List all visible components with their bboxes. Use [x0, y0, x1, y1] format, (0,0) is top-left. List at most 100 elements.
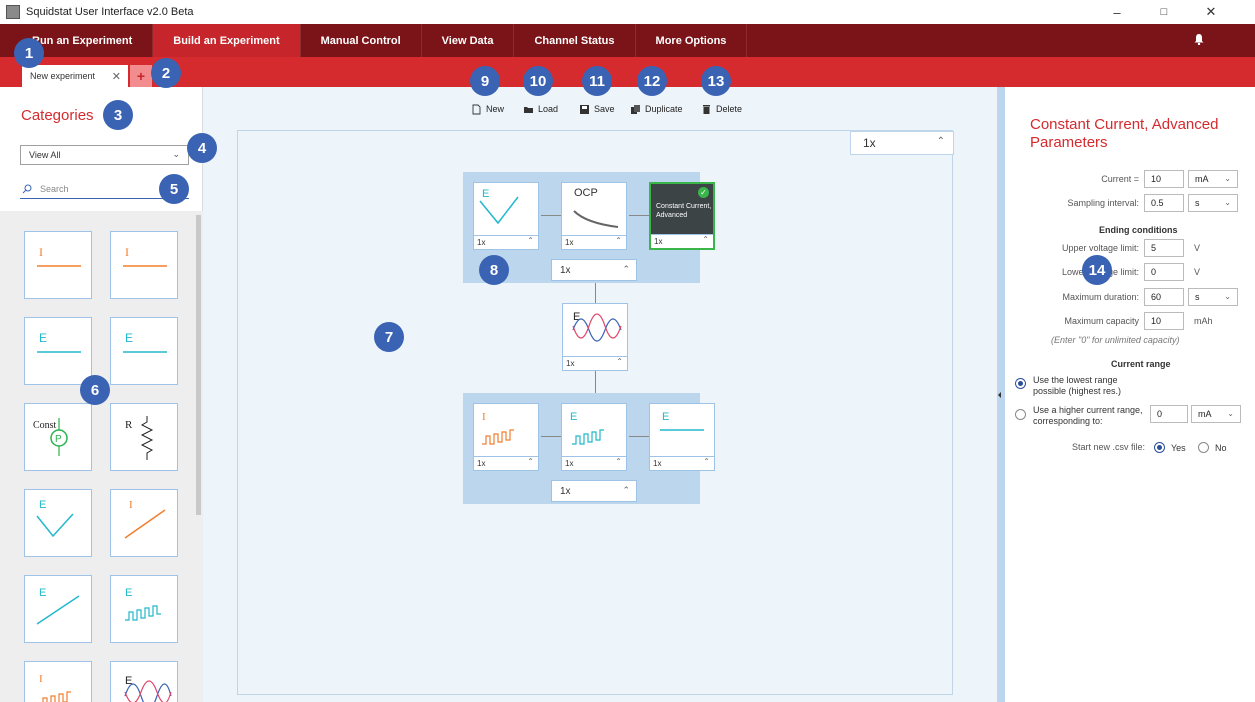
tile-constant-current[interactable]: I — [24, 231, 92, 299]
step-repeat-stepper[interactable]: 1x ⌃ — [562, 235, 626, 249]
lowest-range-radio[interactable] — [1015, 378, 1026, 389]
close-window-button[interactable]: ✕ — [1193, 0, 1229, 24]
group-repeat-value: 1x — [560, 485, 571, 497]
step-repeat-stepper[interactable]: 1x ⌃ — [474, 456, 538, 470]
category-scrollbar[interactable] — [196, 215, 201, 515]
panel-splitter[interactable] — [997, 87, 1005, 702]
category-tile-list: I I E E Const P R E I E E I E — [0, 211, 203, 702]
tile-constant-potential-advanced[interactable]: E — [110, 317, 178, 385]
duplicate-button[interactable]: Duplicate — [630, 101, 683, 117]
tile-cyclic-voltammetry[interactable]: E — [24, 489, 92, 557]
folder-icon — [524, 106, 533, 113]
app-icon — [6, 5, 20, 19]
tile-label: I — [39, 673, 43, 685]
category-filter-select[interactable]: View All ⌄ — [20, 145, 189, 165]
cyclic-voltammetry-icon: E — [479, 188, 519, 225]
step-label: OCP — [574, 187, 598, 199]
step-group-2[interactable]: I 1x ⌃ E 1x ⌃ E 1x ⌃ 1x ⌃ — [463, 393, 715, 504]
maximize-button[interactable]: □ — [1146, 0, 1182, 24]
current-staircase-icon: I — [39, 673, 71, 702]
max-capacity-input[interactable]: 10 — [1144, 312, 1184, 330]
collapse-arrow-icon[interactable] — [998, 392, 1001, 398]
tile-linear-sweep[interactable]: E — [24, 575, 92, 643]
flow-arrow — [629, 215, 649, 216]
current-input[interactable]: 10 — [1144, 170, 1184, 188]
tab-build-experiment[interactable]: Build an Experiment — [153, 24, 301, 57]
duration-unit-select[interactable]: s ⌄ — [1188, 288, 1238, 306]
step-repeat-stepper[interactable]: 1x ⌃ — [650, 456, 714, 470]
current-unit-select[interactable]: mA ⌄ — [1188, 170, 1238, 188]
experiment-repeat-stepper[interactable]: 1x ⌃ — [850, 131, 954, 155]
save-button[interactable]: Save — [579, 101, 615, 117]
load-button[interactable]: Load — [523, 101, 558, 117]
tab-view-data[interactable]: View Data — [422, 24, 515, 57]
new-button[interactable]: New — [471, 101, 504, 117]
range-unit-select[interactable]: mA ⌄ — [1191, 405, 1241, 423]
experiment-tab[interactable]: New experiment ✕ — [22, 65, 128, 87]
higher-range-radio[interactable] — [1015, 409, 1026, 420]
experiment-tab-label: New experiment — [30, 71, 96, 81]
current-range-heading: Current range — [1111, 359, 1171, 369]
chevron-down-icon: ⌄ — [172, 149, 180, 159]
group-repeat-value: 1x — [560, 264, 571, 276]
upper-voltage-label: Upper voltage limit: — [1061, 243, 1139, 253]
stepper-arrows-icon: ⌃ — [702, 235, 709, 244]
tile-label: I — [125, 245, 129, 259]
tile-current-staircase[interactable]: I — [24, 661, 92, 702]
step-eis[interactable]: E 1x ⌃ — [562, 303, 628, 371]
step-repeat-stepper[interactable]: 1x ⌃ — [562, 456, 626, 470]
lower-voltage-input[interactable]: 0 — [1144, 263, 1184, 281]
minimize-button[interactable]: – — [1099, 0, 1135, 24]
check-icon: ✓ — [698, 187, 709, 198]
flow-arrow — [595, 283, 596, 303]
add-tab-button[interactable]: + — [130, 65, 152, 87]
csv-no-radio[interactable] — [1198, 442, 1209, 453]
tile-constant-power[interactable]: Const P — [24, 403, 92, 471]
potential-staircase-icon: E — [570, 411, 604, 445]
callout-badge: 8 — [479, 255, 509, 285]
current-sweep-icon: I — [124, 499, 166, 539]
tile-constant-resistance[interactable]: R — [110, 403, 178, 471]
current-staircase-icon: I — [482, 411, 514, 445]
callout-badge: 2 — [151, 58, 181, 88]
tab-more-options[interactable]: More Options — [636, 24, 748, 57]
step-repeat-stepper[interactable]: 1x ⌃ — [563, 356, 627, 370]
group-repeat-stepper[interactable]: 1x ⌃ — [551, 480, 637, 502]
max-capacity-unit: mAh — [1194, 316, 1213, 326]
step-constant-current-advanced[interactable]: ✓ Constant Current, Advanced 1x ⌃ — [649, 182, 715, 250]
experiment-repeat-value: 1x — [863, 136, 876, 150]
tab-manual-control[interactable]: Manual Control — [301, 24, 422, 57]
max-duration-input[interactable]: 60 — [1144, 288, 1184, 306]
close-tab-icon[interactable]: ✕ — [112, 70, 121, 83]
group-repeat-stepper[interactable]: 1x ⌃ — [551, 259, 637, 281]
constant-power-icon: Const P — [33, 418, 68, 456]
flow-arrow — [541, 215, 561, 216]
eis-icon: E — [572, 311, 622, 342]
current-label: Current = — [1101, 174, 1139, 184]
step-cyclic-voltammetry[interactable]: E 1x ⌃ — [473, 182, 539, 250]
step-repeat-stepper[interactable]: 1x ⌃ — [474, 235, 538, 249]
sampling-unit-select[interactable]: s ⌄ — [1188, 194, 1238, 212]
csv-yes-radio[interactable] — [1154, 442, 1165, 453]
higher-range-input[interactable]: 0 — [1150, 405, 1188, 423]
stepper-arrows-icon: ⌃ — [615, 236, 622, 245]
callout-badge: 9 — [470, 66, 500, 96]
tab-channel-status[interactable]: Channel Status — [514, 24, 636, 57]
step-potential-staircase[interactable]: E 1x ⌃ — [561, 403, 627, 471]
tile-constant-current-advanced[interactable]: I — [110, 231, 178, 299]
tile-current-sweep[interactable]: I — [110, 489, 178, 557]
sampling-unit-value: s — [1195, 198, 1200, 208]
step-ocp[interactable]: OCP 1x ⌃ — [561, 182, 627, 250]
tile-constant-potential[interactable]: E — [24, 317, 92, 385]
upper-voltage-input[interactable]: 5 — [1144, 239, 1184, 257]
stepper-arrows-icon: ⌃ — [616, 357, 623, 366]
tile-potential-staircase[interactable]: E — [110, 575, 178, 643]
delete-button[interactable]: Delete — [701, 101, 742, 117]
experiment-canvas[interactable]: 1x ⌃ E 1x ⌃ OCP 1x ⌃ ✓ Constant Current,… — [237, 130, 954, 695]
step-current-staircase[interactable]: I 1x ⌃ — [473, 403, 539, 471]
sampling-interval-input[interactable]: 0.5 — [1144, 194, 1184, 212]
step-repeat-stepper[interactable]: 1x ⌃ — [651, 234, 713, 248]
tile-eis[interactable]: E — [110, 661, 178, 702]
step-constant-potential[interactable]: E 1x ⌃ — [649, 403, 715, 471]
bell-icon[interactable] — [1193, 33, 1205, 45]
